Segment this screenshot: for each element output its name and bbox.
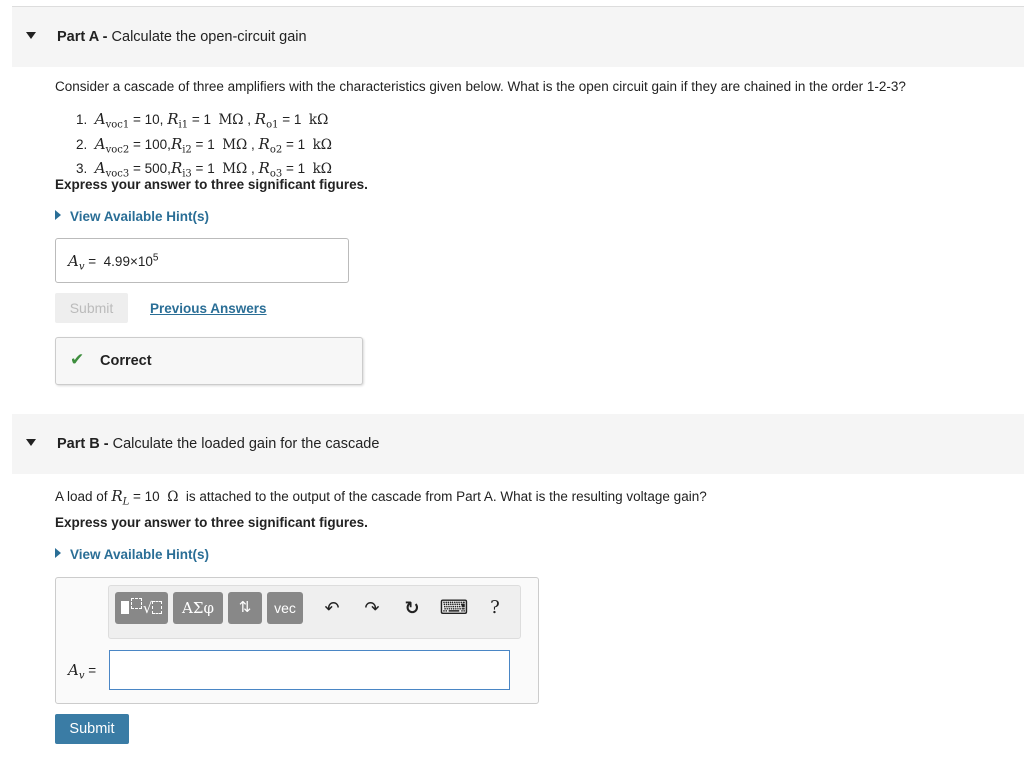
part-b-header[interactable]: Part B - Calculate the loaded gain for t… [12, 414, 1024, 474]
checkmark-icon: ✔ [70, 350, 85, 369]
part-a-hint-link[interactable]: View Available Hint(s) [55, 209, 209, 224]
amplifier-list: 1. Avoc1 = 10, Ri1 = 1 MΩ , Ro1 = 1 kΩ 2… [76, 110, 332, 184]
part-a-answer-box[interactable]: Av = 4.99×105 [55, 238, 349, 283]
feedback-correct-box: ✔ Correct [55, 337, 363, 385]
part-a-title: Part A - Calculate the open-circuit gain [57, 29, 307, 45]
part-b-answer-input[interactable] [109, 650, 510, 690]
collapse-caret-icon[interactable] [26, 439, 36, 446]
amplifier-item-1: 1. Avoc1 = 10, Ri1 = 1 MΩ , Ro1 = 1 kΩ [76, 110, 329, 131]
part-a-submit-button[interactable]: Submit [55, 293, 128, 323]
redo-icon[interactable]: ↷ [359, 592, 385, 624]
templates-button[interactable]: √ [115, 592, 168, 624]
part-a-instruction: Express your answer to three significant… [55, 177, 368, 192]
expand-triangle-icon [55, 210, 61, 220]
undo-icon[interactable]: ↶ [319, 592, 345, 624]
vec-button[interactable]: vec [267, 592, 303, 624]
part-b-title: Part B - Calculate the loaded gain for t… [57, 436, 380, 452]
keyboard-icon[interactable]: ⌨ [439, 592, 469, 624]
part-a-answer: Av = 4.99×105 [68, 252, 159, 273]
greek-symbols-button[interactable]: ΑΣφ [173, 592, 223, 624]
expand-triangle-icon [55, 548, 61, 558]
answer-editor: √ ΑΣφ ⇅ vec ↶ ↷ ↻ ⌨ ? Av = [55, 577, 539, 704]
part-a-header[interactable]: Part A - Calculate the open-circuit gain [12, 7, 1024, 67]
part-a-question: Consider a cascade of three amplifiers w… [55, 79, 906, 94]
math-toolbar: √ ΑΣφ ⇅ vec ↶ ↷ ↻ ⌨ ? [108, 585, 521, 639]
reset-icon[interactable]: ↻ [399, 592, 425, 624]
part-b-question: A load of RL = 10 Ω is attached to the o… [55, 487, 707, 508]
collapse-caret-icon[interactable] [26, 32, 36, 39]
part-b-instruction: Express your answer to three significant… [55, 515, 368, 530]
previous-answers-link[interactable]: Previous Answers [150, 301, 267, 316]
feedback-label: Correct [100, 353, 152, 369]
help-icon[interactable]: ? [483, 592, 507, 624]
arrows-button[interactable]: ⇅ [228, 592, 262, 624]
part-b-answer-label: Av = [68, 661, 97, 682]
part-b-hint-link[interactable]: View Available Hint(s) [55, 547, 209, 562]
amplifier-item-2: 2. Avoc2 = 100,Ri2 = 1 MΩ , Ro2 = 1 kΩ [76, 134, 332, 156]
part-b-submit-button[interactable]: Submit [55, 714, 129, 744]
